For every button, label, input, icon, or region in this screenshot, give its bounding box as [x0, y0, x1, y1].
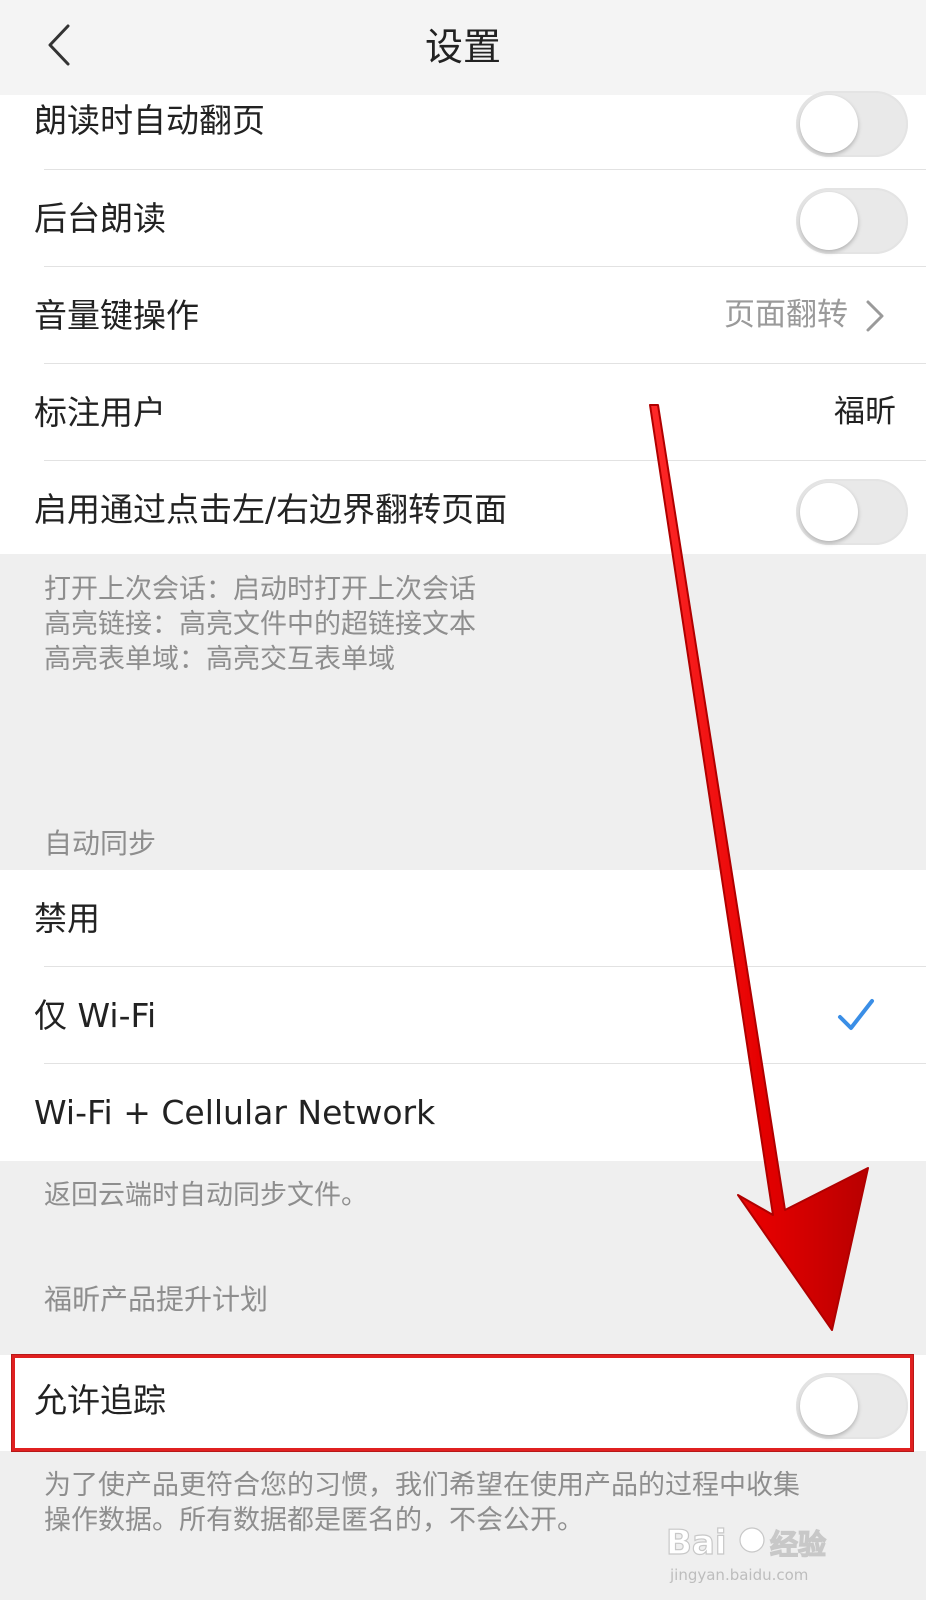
- sync-option-wifi-cellular[interactable]: Wi-Fi + Cellular Network: [0, 1064, 926, 1161]
- row-label: 音量键操作: [34, 296, 199, 335]
- auto-page-turn-toggle[interactable]: [796, 91, 908, 157]
- row-label: Wi-Fi + Cellular Network: [34, 1093, 436, 1132]
- reading-note-1: 打开上次会话：启动时打开上次会话: [44, 574, 476, 605]
- row-label: 标注用户: [34, 393, 166, 432]
- reading-note-3: 高亮表单域：高亮交互表单域: [44, 644, 395, 675]
- row-label: 启用通过点击左/右边界翻转页面: [34, 490, 508, 529]
- improvement-program-header: 福昕产品提升计划: [44, 1283, 269, 1316]
- row-auto-page-turn[interactable]: 朗读时自动翻页: [0, 91, 926, 170]
- row-label: 仅 Wi-Fi: [34, 996, 157, 1035]
- sync-option-wifi-only[interactable]: 仅 Wi-Fi: [0, 967, 926, 1064]
- row-label: 后台朗读: [34, 199, 166, 238]
- auto-sync-note: 返回云端时自动同步文件。: [44, 1180, 368, 1211]
- row-volume-key[interactable]: 音量键操作 页面翻转: [0, 267, 926, 364]
- tap-edge-turn-toggle[interactable]: [796, 479, 908, 545]
- improvement-note-line-2: 操作数据。所有数据都是匿名的，不会公开。: [44, 1505, 584, 1536]
- checkmark-icon: [838, 999, 874, 1030]
- reading-settings-group: 朗读时自动翻页 后台朗读 音量键操作 页面翻转 标注用户 福昕 启用通过点击左/…: [0, 91, 926, 554]
- annotation-user-value: 福昕: [834, 394, 896, 430]
- volume-key-value: 页面翻转: [724, 297, 848, 333]
- watermark-brand-cn: 经验: [770, 1528, 826, 1561]
- sync-option-disabled[interactable]: 禁用: [0, 870, 926, 967]
- baidu-jingyan-watermark: Bai 经验 jingyan.baidu.com: [666, 1522, 827, 1584]
- toggle-knob: [800, 483, 858, 541]
- row-tap-edge-turn[interactable]: 启用通过点击左/右边界翻转页面: [0, 461, 926, 558]
- toggle-knob: [800, 192, 858, 250]
- paw-icon: [739, 1527, 765, 1553]
- improvement-note-line-1: 为了使产品更符合您的习惯，我们希望在使用产品的过程中收集: [44, 1470, 800, 1501]
- auto-sync-group: 禁用 仅 Wi-Fi Wi-Fi + Cellular Network: [0, 870, 926, 1161]
- row-background-read[interactable]: 后台朗读: [0, 170, 926, 267]
- row-label: 禁用: [34, 899, 100, 938]
- toggle-knob: [800, 95, 858, 153]
- watermark-site: jingyan.baidu.com: [669, 1566, 808, 1584]
- page-title: 设置: [424, 25, 501, 69]
- row-annotation-user[interactable]: 标注用户 福昕: [0, 364, 926, 461]
- auto-sync-header: 自动同步: [44, 827, 157, 860]
- chevron-right-icon: [866, 300, 884, 332]
- reading-note-2: 高亮链接：高亮文件中的超链接文本: [44, 609, 476, 640]
- annotation-highlight-box: [12, 1355, 913, 1451]
- row-label: 朗读时自动翻页: [34, 101, 265, 140]
- watermark-brand: Bai: [666, 1523, 727, 1563]
- background-read-toggle[interactable]: [796, 188, 908, 254]
- nav-bar: 设置: [0, 0, 926, 95]
